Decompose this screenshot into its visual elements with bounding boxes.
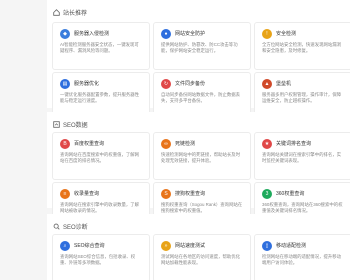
alert-icon: !	[262, 29, 272, 39]
tool-card-description: 自动同步备份网站数据文件，防止数据丢失，支持多平台备份。	[161, 92, 241, 103]
speed-icon: »	[161, 241, 171, 251]
section-header: SEO诊断	[53, 220, 88, 232]
tool-card-title: 网站速度测试	[175, 243, 206, 249]
section-title: 站长推荐	[63, 10, 88, 17]
baidu-icon: B	[60, 139, 70, 149]
tool-card-description: 全方位网站安全检测，快速发现网站漏洞和安全隐患，及时修复。	[262, 42, 342, 53]
tool-card-description: 搜狗权重查询（Sogou Rank）查询网站在搜狗搜索中的权重值。	[161, 202, 243, 213]
tool-card-description: 提供网站防护、防篡改、防CC攻击等功能，保护网站安全稳定运行。	[161, 42, 238, 53]
tool-card-title: 服务器入侵检测	[74, 31, 110, 37]
chart-icon: ▤	[60, 79, 70, 89]
tool-card[interactable]: ● 网站安全防护提供网站防护、防篡改、防CC攻击等功能，保护网站安全稳定运行。	[153, 22, 251, 70]
section-title: SEO数据	[63, 122, 88, 129]
tool-card-title: 网站安全防护	[175, 31, 206, 37]
tool-directory-page: 站长推荐 ◆ 服务器入侵检测 AI智能检测服务器安全状态，一键发现可疑程序、漏洞风险…	[0, 0, 350, 280]
tool-card[interactable]: ◆ 服务器入侵检测 AI智能检测服务器安全状态，一键发现可疑程序、漏洞风险等问题。	[52, 22, 150, 70]
tool-card[interactable]: ▯ 移动适配检测检测网站在移动端的适配情况，提升移动端用户访问体验。	[254, 234, 350, 280]
section-header: 站长推荐	[53, 6, 87, 18]
home-icon	[53, 8, 60, 16]
tool-card-description: 服务器多用户权限管理，操作审计，保障运维安全，防止越权操作。	[262, 92, 342, 103]
tool-card-description: 查询网站在百度搜索中的权重值，了解网站在百度的排名情况。	[60, 152, 140, 163]
tower-icon: ▲	[262, 79, 272, 89]
rank-icon: ★	[262, 139, 272, 149]
tool-card-description: 一键优化服务器配置参数，提升服务器性能与稳定运行速度。	[60, 92, 140, 103]
sogou-icon: S	[161, 189, 171, 199]
tool-card[interactable]: ★ 关键词排名查询查询网站关键词在搜索引擎中的排名，实时监控关键词表现。	[254, 132, 350, 180]
section-seo-diagnosis: SEO诊断 ⌕ SEO综合查询查询网站SEO综合信息，包括收录、权重、外链等多项数…	[47, 214, 350, 280]
tool-card-description: 360权重查询，查询网站在360搜索中的权重值及关键词排名情况。	[262, 202, 343, 213]
tool-card-title: 收录量查询	[74, 191, 100, 197]
tool-card[interactable]: ⌕ SEO综合查询查询网站SEO综合信息，包括收录、权重、外链等多项数据。	[52, 234, 150, 280]
tool-card-title: 关键词排名查询	[276, 141, 312, 147]
tool-card-title: 服务器优化	[74, 81, 100, 87]
shield-icon: ◆	[60, 29, 70, 39]
tool-card-title: 文件同步备份	[175, 81, 206, 87]
tool-card-title: 百度权重查询	[74, 141, 105, 147]
tool-card[interactable]: B 百度权重查询查询网站在百度搜索中的权重值，了解网站在百度的排名情况。	[52, 132, 150, 180]
tool-card-title: 安全检测	[276, 31, 297, 37]
section-seo-data: SEO数据 B 百度权重查询查询网站在百度搜索中的权重值，了解网站在百度的排名情况…	[47, 112, 350, 230]
tool-card-title: 死链检测	[175, 141, 196, 147]
section-title: SEO诊断	[63, 224, 88, 231]
globe-icon: ●	[161, 29, 171, 39]
tool-card-description: 查询网站SEO综合信息，包括收录、权重、外链等多项数据。	[60, 254, 136, 265]
tool-card-description: AI智能检测服务器安全状态，一键发现可疑程序、漏洞风险等问题。	[60, 42, 139, 53]
index-icon: ≡	[60, 189, 70, 199]
so360-icon: 3	[262, 189, 272, 199]
tool-card-description: 查询网站在搜索引擎中的收录数量，了解网站被收录的情况。	[60, 202, 140, 213]
tool-card[interactable]: ! 安全检测全方位网站安全检测，快速发现网站漏洞和安全隐患，及时修复。	[254, 22, 350, 70]
seo-icon	[53, 120, 60, 128]
tool-card[interactable]: ∞ 死链检测快速检测网站中的死链接，帮助站长及时处理无效链接，提升体验。	[153, 132, 251, 180]
section-recommended: 站长推荐 ◆ 服务器入侵检测 AI智能检测服务器安全状态，一键发现可疑程序、漏洞风险…	[47, 0, 350, 120]
tool-card-description: 快速检测网站中的死链接，帮助站长及时处理无效链接，提升体验。	[161, 152, 241, 163]
tool-card-title: 堡垒机	[276, 81, 292, 87]
tool-card-title: 搜狗权重查询	[175, 191, 206, 197]
tool-card-title: 移动适配检测	[276, 243, 307, 249]
tool-card-description: 测试网站在各地区的访问速度，帮助优化网站加载性能表现。	[161, 254, 241, 265]
section-header: SEO数据	[53, 118, 88, 130]
tool-card-description: 检测网站在移动端的适配情况，提升移动端用户访问体验。	[262, 254, 342, 265]
diagnose-icon	[53, 223, 60, 230]
tool-card-title: SEO综合查询	[74, 243, 105, 249]
sync-icon: ↻	[161, 79, 171, 89]
tool-card-title: 360权重查询	[276, 191, 305, 197]
tool-card[interactable]: » 网站速度测试测试网站在各地区的访问速度，帮助优化网站加载性能表现。	[153, 234, 251, 280]
link-icon: ∞	[161, 139, 171, 149]
tool-card-description: 查询网站关键词在搜索引擎中的排名，实时监控关键词表现。	[262, 152, 342, 163]
search-icon: ⌕	[60, 241, 70, 251]
mobile-icon: ▯	[262, 241, 272, 251]
